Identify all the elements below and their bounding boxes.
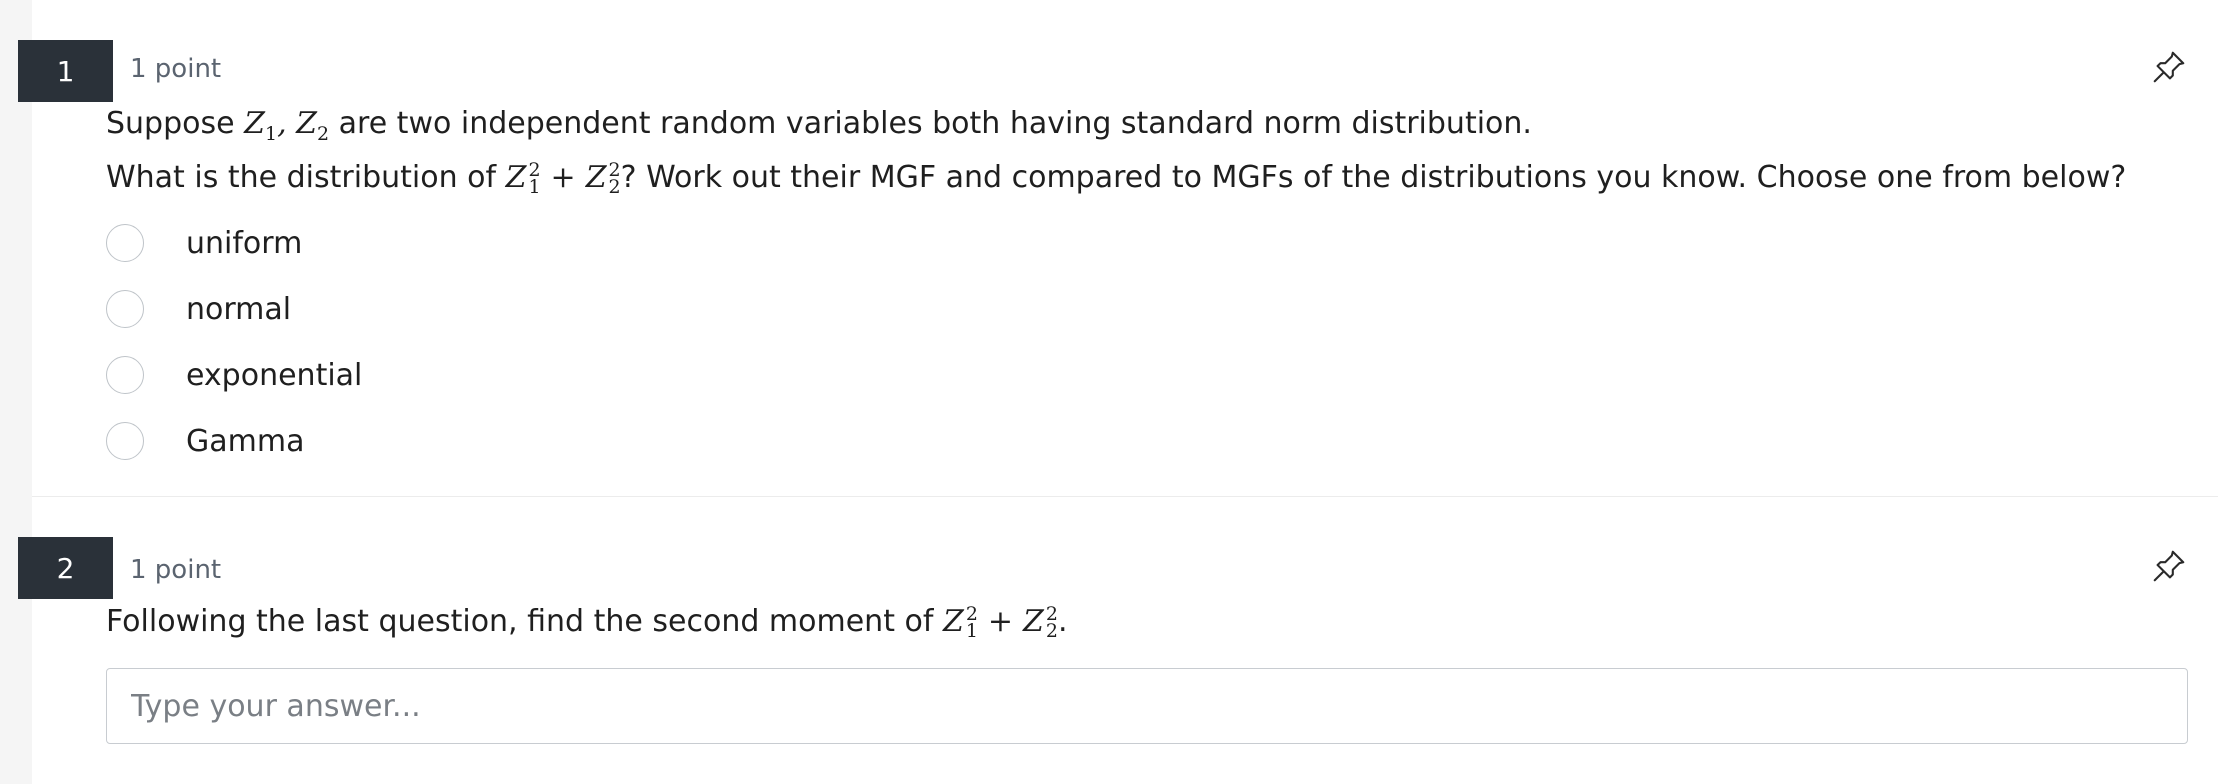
option-normal[interactable]: normal [106, 276, 362, 342]
radio-button[interactable] [106, 224, 144, 262]
option-label: uniform [186, 225, 303, 261]
question-1: 1 1 point Suppose Z1, Z2 are two indepen… [18, 0, 2218, 497]
option-exponential[interactable]: exponential [106, 342, 362, 408]
math-sum-squares: Z 2 1 + Z 2 2 [942, 603, 1058, 642]
radio-button[interactable] [106, 290, 144, 328]
pin-icon[interactable] [2150, 547, 2188, 585]
answer-options: uniform normal exponential Gamma [106, 210, 362, 474]
question-text-line-1: Suppose Z1, Z2 are two independent rando… [106, 102, 2126, 156]
question-text: Following the last question, find the se… [106, 600, 1068, 644]
question-number: 2 [56, 551, 75, 585]
question-2: 2 1 point Following the last question, f… [18, 497, 2218, 784]
question-points: 1 point [130, 555, 222, 585]
question-text: Suppose Z1, Z2 are two independent rando… [106, 102, 2126, 200]
question-text-line-2: What is the distribution of Z 2 1 + Z 2 2? Wor… [106, 156, 2126, 200]
question-points: 1 point [130, 54, 222, 84]
radio-button[interactable] [106, 356, 144, 394]
math-z1-z2: Z1, Z2 [244, 106, 330, 145]
question-number-badge: 1 [18, 40, 113, 102]
question-text-part: Following the last question, find the se… [106, 604, 943, 639]
question-text-part: What is the distribution of [106, 160, 506, 195]
question-text-part: Suppose [106, 106, 245, 141]
radio-button[interactable] [106, 422, 144, 460]
option-gamma[interactable]: Gamma [106, 408, 362, 474]
left-gutter [0, 0, 32, 784]
question-number: 1 [56, 54, 75, 88]
option-label: Gamma [186, 423, 305, 459]
question-text-part: . [1058, 604, 1068, 639]
question-text-part: are two independent random variables bot… [329, 106, 1532, 141]
question-text-part: ? Work out their MGF and compared to MGF… [620, 160, 2127, 195]
question-number-badge: 2 [18, 537, 113, 599]
option-label: exponential [186, 357, 363, 393]
option-label: normal [186, 291, 292, 327]
option-uniform[interactable]: uniform [106, 210, 362, 276]
answer-input[interactable] [106, 668, 2188, 744]
math-sum-squares: Z 2 1 + Z 2 2 [505, 159, 621, 198]
pin-icon[interactable] [2150, 48, 2188, 86]
